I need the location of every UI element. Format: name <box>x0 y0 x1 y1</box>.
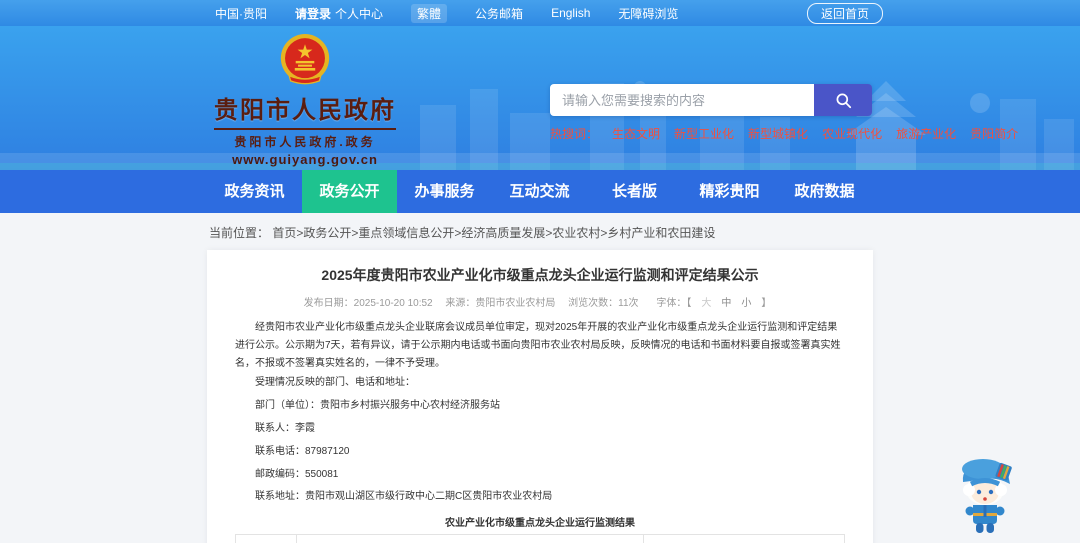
site-header: 贵阳市人民政府 贵阳市人民政府.政务 www.guiyang.gov.cn 热搜… <box>0 26 1080 170</box>
contact-postcode: 邮政编码：550081 <box>255 468 339 480</box>
topbar-links: 中国·贵阳 请登录 个人中心 繁體 公务邮箱 English 无障碍浏览 <box>215 3 678 23</box>
contact-department: 部门（单位）：贵阳市乡村振兴服务中心农村经济服务站 <box>255 400 500 412</box>
article-card: 2025年度贵阳市农业产业化市级重点龙头企业运行监测和评定结果公示 发布日期：2… <box>207 250 873 543</box>
hot-word-link[interactable]: 生态文明 <box>612 125 660 142</box>
monitoring-results-table: 序号 企业名称 监测结果 1 贵州合力超市采购有限公司 合格 2 贵州友禾种业有… <box>235 534 845 543</box>
nav-tab-news[interactable]: 政务资讯 <box>207 170 302 213</box>
main-nav: 政务资讯 政务公开 办事服务 互动交流 长者版 精彩贵阳 政府数据 <box>0 170 1080 213</box>
accessibility-link[interactable]: 无障碍浏览 <box>618 5 678 22</box>
hot-search-label: 热搜词： <box>550 127 599 141</box>
col-header-result: 监测结果 <box>643 534 845 543</box>
font-size-large-button[interactable]: 大 <box>701 298 711 309</box>
hot-word-link[interactable]: 农业现代化 <box>822 125 882 142</box>
article-title: 2025年度贵阳市农业产业化市级重点龙头企业运行监测和评定结果公示 <box>321 267 759 283</box>
city-skyline-decoration <box>0 81 1080 170</box>
official-mail-link[interactable]: 公务邮箱 <box>475 5 523 22</box>
font-size-label: 字体：【 <box>656 298 692 309</box>
contact-address: 联系地址：贵阳市观山湖区市级行政中心二期C区贵阳市农业农村局 <box>255 491 553 503</box>
page: { "topbar": { "region_label": "中国·贵阳", "… <box>0 0 1080 543</box>
mascot-figure[interactable] <box>952 453 1018 537</box>
national-emblem-icon <box>280 34 330 85</box>
login-link[interactable]: 请登录 <box>295 7 331 21</box>
nav-tab-gov-disclosure[interactable]: 政务公开 <box>302 170 397 213</box>
nav-tab-interaction[interactable]: 互动交流 <box>492 170 587 213</box>
col-header-company: 企业名称 <box>295 534 645 543</box>
nav-tab-senior-version[interactable]: 长者版 <box>587 170 682 213</box>
table-caption: 农业产业化市级重点龙头企业运行监测结果 <box>445 518 635 530</box>
site-name: 贵阳市人民政府 <box>214 97 396 124</box>
search-button[interactable] <box>814 84 872 116</box>
topbar-login-group: 请登录 个人中心 <box>295 5 383 22</box>
article-meta: 发布日期：2025-10-20 10:52 来源：贵阳市农业农村局 浏览次数：1… <box>235 294 845 309</box>
article-source: 来源：贵阳市农业农村局 <box>445 298 556 309</box>
search-icon <box>836 93 851 108</box>
contact-phone: 联系电话：87987120 <box>255 445 350 457</box>
site-url: www.guiyang.gov.cn <box>232 152 378 167</box>
nav-tab-gov-data[interactable]: 政府数据 <box>777 170 872 213</box>
personal-center-link[interactable]: 个人中心 <box>335 7 383 21</box>
view-count: 浏览次数：11次 <box>568 298 639 309</box>
breadcrumb: 当前位置： 首页>政务公开>重点领域信息公开>经济高质量发展>农业农村>乡村产业… <box>0 213 1080 250</box>
hot-word-link[interactable]: 旅游产业化 <box>896 125 956 142</box>
hot-word-link[interactable]: 新型城镇化 <box>748 125 808 142</box>
topbar-region-link[interactable]: 中国·贵阳 <box>215 5 267 22</box>
contact-person: 联系人：李霞 <box>255 422 315 434</box>
site-logo[interactable]: 贵阳市人民政府 贵阳市人民政府.政务 www.guiyang.gov.cn <box>212 32 398 167</box>
table-header-row: 序号 企业名称 监测结果 <box>235 534 845 543</box>
topbar: 中国·贵阳 请登录 个人中心 繁體 公务邮箱 English 无障碍浏览 返回首页 <box>0 0 1080 26</box>
site-subtitle: 贵阳市人民政府.政务 <box>234 135 376 149</box>
search-area: 热搜词： 生态文明 新型工业化 新型城镇化 农业现代化 旅游产业化 贵阳简介 <box>550 84 1018 142</box>
search-input[interactable] <box>550 84 814 116</box>
font-size-medium-button[interactable]: 中 <box>721 298 731 309</box>
hot-search-row: 热搜词： 生态文明 新型工业化 新型城镇化 农业现代化 旅游产业化 贵阳简介 <box>550 125 1018 142</box>
col-header-index: 序号 <box>235 534 297 543</box>
hot-word-link[interactable]: 新型工业化 <box>674 125 734 142</box>
nav-tab-services[interactable]: 办事服务 <box>397 170 492 213</box>
breadcrumb-label: 当前位置： <box>209 226 270 240</box>
font-size-control: 字体：【大中小】 <box>651 298 776 309</box>
font-size-label-end: 】 <box>761 298 772 309</box>
traditional-chinese-link[interactable]: 繁體 <box>411 3 448 23</box>
logo-divider <box>214 128 396 130</box>
publish-date: 发布日期：2025-10-20 10:52 <box>303 298 433 309</box>
nav-tab-highlights[interactable]: 精彩贵阳 <box>682 170 777 213</box>
breadcrumb-path[interactable]: 首页>政务公开>重点领域信息公开>经济高质量发展>农业农村>乡村产业和农田建设 <box>272 226 715 240</box>
article-paragraph: 受理情况反映的部门、电话和地址： <box>255 377 415 389</box>
return-home-button[interactable]: 返回首页 <box>806 2 883 24</box>
article-paragraph: 经贵阳市农业产业化市级重点龙头企业联席会议成员单位审定，现对2025年开展的农业… <box>235 322 841 369</box>
hot-word-link[interactable]: 贵阳简介 <box>970 125 1018 142</box>
font-size-small-button[interactable]: 小 <box>741 298 751 309</box>
english-link[interactable]: English <box>551 6 590 20</box>
